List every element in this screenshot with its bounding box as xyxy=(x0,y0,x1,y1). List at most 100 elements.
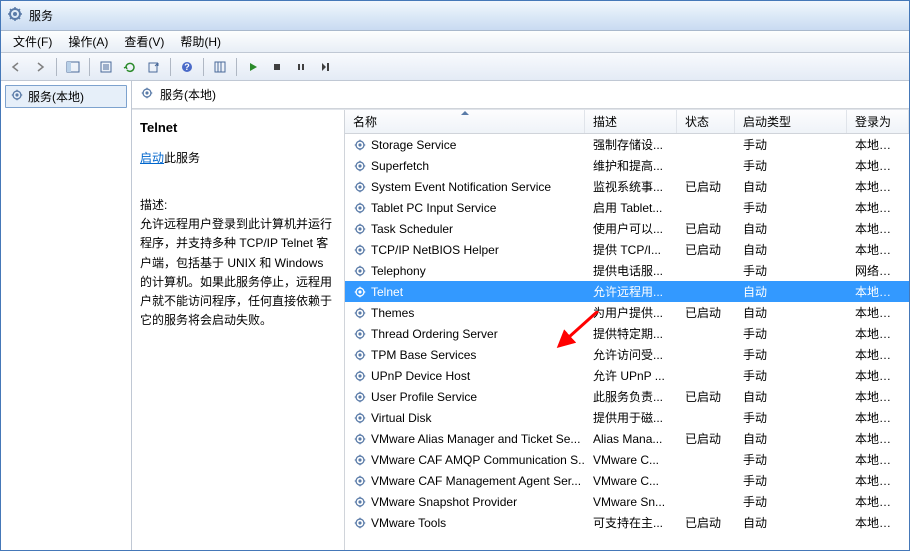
service-row[interactable]: VMware Tools可支持在主...已启动自动本地系统 xyxy=(345,512,909,533)
cell-desc: 允许 UPnP ... xyxy=(585,365,677,386)
service-row[interactable]: Thread Ordering Server 提供特定期... 手动本地服务 xyxy=(345,323,909,344)
cell-name: Superfetch xyxy=(345,157,585,175)
forward-button[interactable] xyxy=(29,56,51,78)
service-row[interactable]: VMware Snapshot ProviderVMware Sn...手动本地… xyxy=(345,491,909,512)
tree-item-label: 服务(本地) xyxy=(28,88,84,105)
cell-desc: 允许访问受... xyxy=(585,344,677,365)
body: 服务(本地) 服务(本地) Telnet 启动此服务 描述: xyxy=(1,81,909,550)
menu-action[interactable]: 操作(A) xyxy=(60,31,116,52)
separator xyxy=(89,58,90,76)
cell-startup: 手动 xyxy=(735,155,847,176)
cell-name: Thread Ordering Server xyxy=(345,325,585,343)
cell-desc: 提供特定期... xyxy=(585,323,677,344)
tree-panel: 服务(本地) xyxy=(1,81,132,550)
menu-help[interactable]: 帮助(H) xyxy=(172,31,229,52)
cell-startup: 手动 xyxy=(735,407,847,428)
cell-status xyxy=(677,374,735,378)
cell-logon: 本地系统 xyxy=(847,176,909,197)
menubar: 文件(F) 操作(A) 查看(V) 帮助(H) xyxy=(1,31,909,53)
service-row[interactable]: Virtual Disk提供用于磁...手动本地系统 xyxy=(345,407,909,428)
service-row[interactable]: User Profile Service此服务负责...已启动自动本地系统 xyxy=(345,386,909,407)
list-header: 名称 描述 状态 启动类型 登录为 xyxy=(345,110,909,134)
start-button[interactable] xyxy=(242,56,264,78)
cell-desc: 强制存储设... xyxy=(585,134,677,155)
cell-startup: 手动 xyxy=(735,260,847,281)
column-logon[interactable]: 登录为 xyxy=(847,110,909,133)
cell-startup: 自动 xyxy=(735,239,847,260)
cell-logon: 本地服务 xyxy=(847,344,909,365)
pause-button[interactable] xyxy=(290,56,312,78)
service-name: VMware Alias Manager and Ticket Se... xyxy=(371,432,580,446)
service-row[interactable]: Themes为用户提供...已启动自动本地系统 xyxy=(345,302,909,323)
service-row[interactable]: Storage Service强制存储设...手动本地系统 xyxy=(345,134,909,155)
service-name: TPM Base Services xyxy=(371,348,476,362)
separator xyxy=(170,58,171,76)
cell-desc: 监视系统事... xyxy=(585,176,677,197)
service-row[interactable]: Telephony提供电话服...手动网络服务 xyxy=(345,260,909,281)
cell-desc: VMware C... xyxy=(585,451,677,469)
column-status[interactable]: 状态 xyxy=(677,110,735,133)
service-row[interactable]: Task Scheduler使用户可以...已启动自动本地系统 xyxy=(345,218,909,239)
properties-button[interactable] xyxy=(95,56,117,78)
service-name: Telnet xyxy=(371,285,403,299)
service-name: User Profile Service xyxy=(371,390,477,404)
cell-status: 已启动 xyxy=(677,176,735,197)
cell-name: Tablet PC Input Service xyxy=(345,199,585,217)
export-button[interactable] xyxy=(143,56,165,78)
tree-item-services-local[interactable]: 服务(本地) xyxy=(5,85,127,108)
service-row[interactable]: System Event Notification Service监视系统事..… xyxy=(345,176,909,197)
cell-status xyxy=(677,332,735,336)
desc-text: 允许远程用户登录到此计算机并运行程序，并支持多种 TCP/IP Telnet 客… xyxy=(140,215,336,330)
cell-desc: 提供用于磁... xyxy=(585,407,677,428)
cell-startup: 手动 xyxy=(735,323,847,344)
separator xyxy=(236,58,237,76)
select-columns-button[interactable] xyxy=(209,56,231,78)
sort-indicator-icon xyxy=(461,111,469,115)
service-row[interactable]: Superfetch维护和提高...手动本地系统 xyxy=(345,155,909,176)
show-hide-tree-button[interactable] xyxy=(62,56,84,78)
refresh-button[interactable] xyxy=(119,56,141,78)
service-row[interactable]: VMware CAF AMQP Communication S...VMware… xyxy=(345,449,909,470)
column-startup[interactable]: 启动类型 xyxy=(735,110,847,133)
cell-startup: 自动 xyxy=(735,218,847,239)
cell-name: VMware CAF AMQP Communication S... xyxy=(345,451,585,469)
service-name: Themes xyxy=(371,306,414,320)
restart-button[interactable] xyxy=(314,56,336,78)
cell-status xyxy=(677,206,735,210)
column-name[interactable]: 名称 xyxy=(345,110,585,133)
service-name: VMware Snapshot Provider xyxy=(371,495,517,509)
cell-name: User Profile Service xyxy=(345,388,585,406)
cell-logon: 本地服务 xyxy=(847,323,909,344)
menu-file[interactable]: 文件(F) xyxy=(5,31,60,52)
column-desc[interactable]: 描述 xyxy=(585,110,677,133)
cell-desc: 启用 Tablet... xyxy=(585,197,677,218)
cell-startup: 手动 xyxy=(735,365,847,386)
desc-label: 描述: xyxy=(140,196,336,215)
service-name: Thread Ordering Server xyxy=(371,327,498,341)
service-row[interactable]: TCP/IP NetBIOS Helper提供 TCP/I...已启动自动本地服… xyxy=(345,239,909,260)
service-row[interactable]: VMware Alias Manager and Ticket Se...Ali… xyxy=(345,428,909,449)
window-title: 服务 xyxy=(29,7,53,24)
service-row[interactable]: Tablet PC Input Service启用 Tablet...手动本地系… xyxy=(345,197,909,218)
service-row[interactable]: UPnP Device Host允许 UPnP ...手动本地服务 xyxy=(345,365,909,386)
cell-logon: 网络服务 xyxy=(847,260,909,281)
service-row[interactable]: Telnet允许远程用...自动本地服务 xyxy=(345,281,909,302)
cell-status: 已启动 xyxy=(677,239,735,260)
cell-startup: 手动 xyxy=(735,449,847,470)
menu-view[interactable]: 查看(V) xyxy=(116,31,172,52)
start-link[interactable]: 启动 xyxy=(140,151,164,165)
help-button[interactable]: ? xyxy=(176,56,198,78)
service-row[interactable]: VMware CAF Management Agent Ser...VMware… xyxy=(345,470,909,491)
back-button[interactable] xyxy=(5,56,27,78)
stop-button[interactable] xyxy=(266,56,288,78)
cell-logon: 本地系统 xyxy=(847,197,909,218)
cell-startup: 自动 xyxy=(735,176,847,197)
list-body[interactable]: Storage Service强制存储设...手动本地系统Superfetch维… xyxy=(345,134,909,550)
description-block: 描述: 允许远程用户登录到此计算机并运行程序，并支持多种 TCP/IP Teln… xyxy=(140,196,336,330)
titlebar[interactable]: 服务 xyxy=(1,1,909,31)
service-row[interactable]: TPM Base Services允许访问受...手动本地服务 xyxy=(345,344,909,365)
cell-logon: 本地服务 xyxy=(847,281,909,302)
cell-name: Themes xyxy=(345,304,585,322)
cell-logon: 本地系统 xyxy=(847,386,909,407)
cell-logon: 本地系统 xyxy=(847,407,909,428)
